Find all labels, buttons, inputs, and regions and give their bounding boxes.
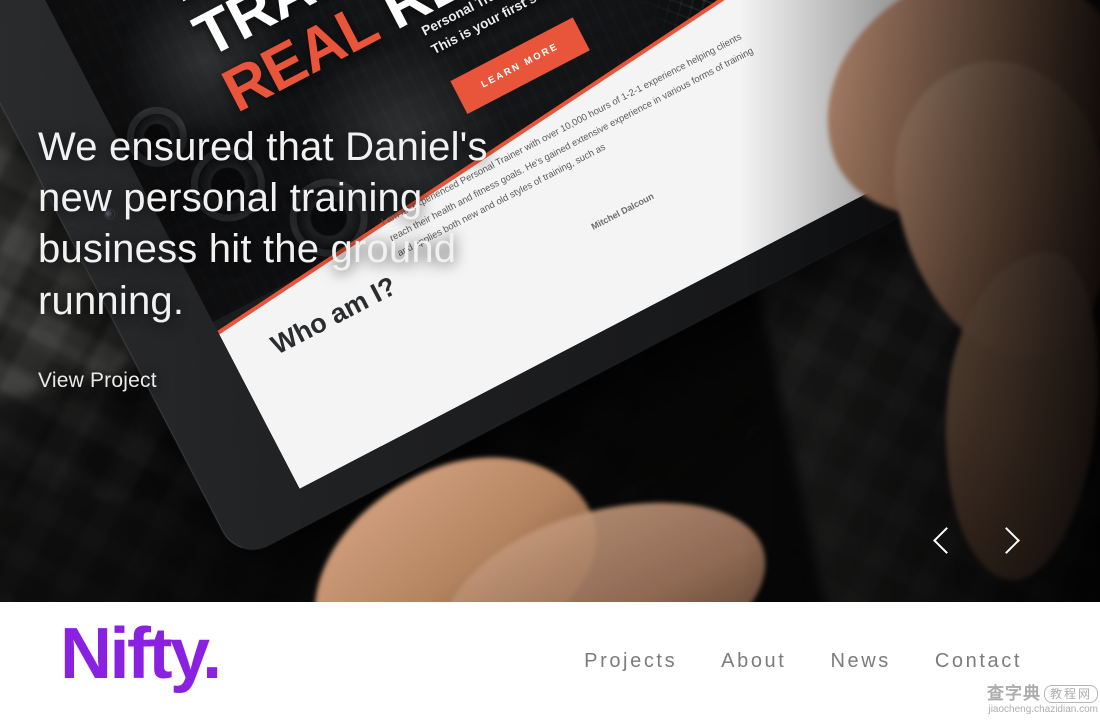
hero-copy: We ensured that Daniel's new personal tr…: [38, 122, 558, 393]
page-root: Home About Fitness Packages Testimonials…: [0, 0, 1100, 723]
prev-arrow-icon[interactable]: [928, 526, 962, 560]
carousel-arrows: [928, 526, 1022, 560]
view-project-link[interactable]: View Project: [38, 369, 157, 393]
nav-item-about[interactable]: About: [721, 650, 786, 673]
hero-title: We ensured that Daniel's new personal tr…: [38, 125, 488, 323]
watermark-cn-left: 查字典: [986, 683, 1041, 704]
watermark-cn-right: 教程网: [1043, 685, 1098, 704]
main-nav: Projects About News Contact: [584, 650, 1022, 673]
nifty-logo[interactable]: Nifty.: [60, 618, 222, 690]
nav-item-projects[interactable]: Projects: [584, 650, 677, 673]
watermark-url: jiaocheng.chazidian.com: [988, 704, 1098, 716]
hero-section: Home About Fitness Packages Testimonials…: [0, 0, 1100, 602]
nav-item-contact[interactable]: Contact: [935, 650, 1022, 673]
next-arrow-icon[interactable]: [988, 526, 1022, 560]
site-watermark: 查字典 教程网 jiaocheng.chazidian.com: [950, 685, 1098, 721]
watermark-logo-row: 查字典 教程网: [986, 683, 1098, 704]
footer-bar: Nifty. Projects About News Contact: [0, 602, 1100, 723]
nav-item-news[interactable]: News: [830, 650, 890, 673]
